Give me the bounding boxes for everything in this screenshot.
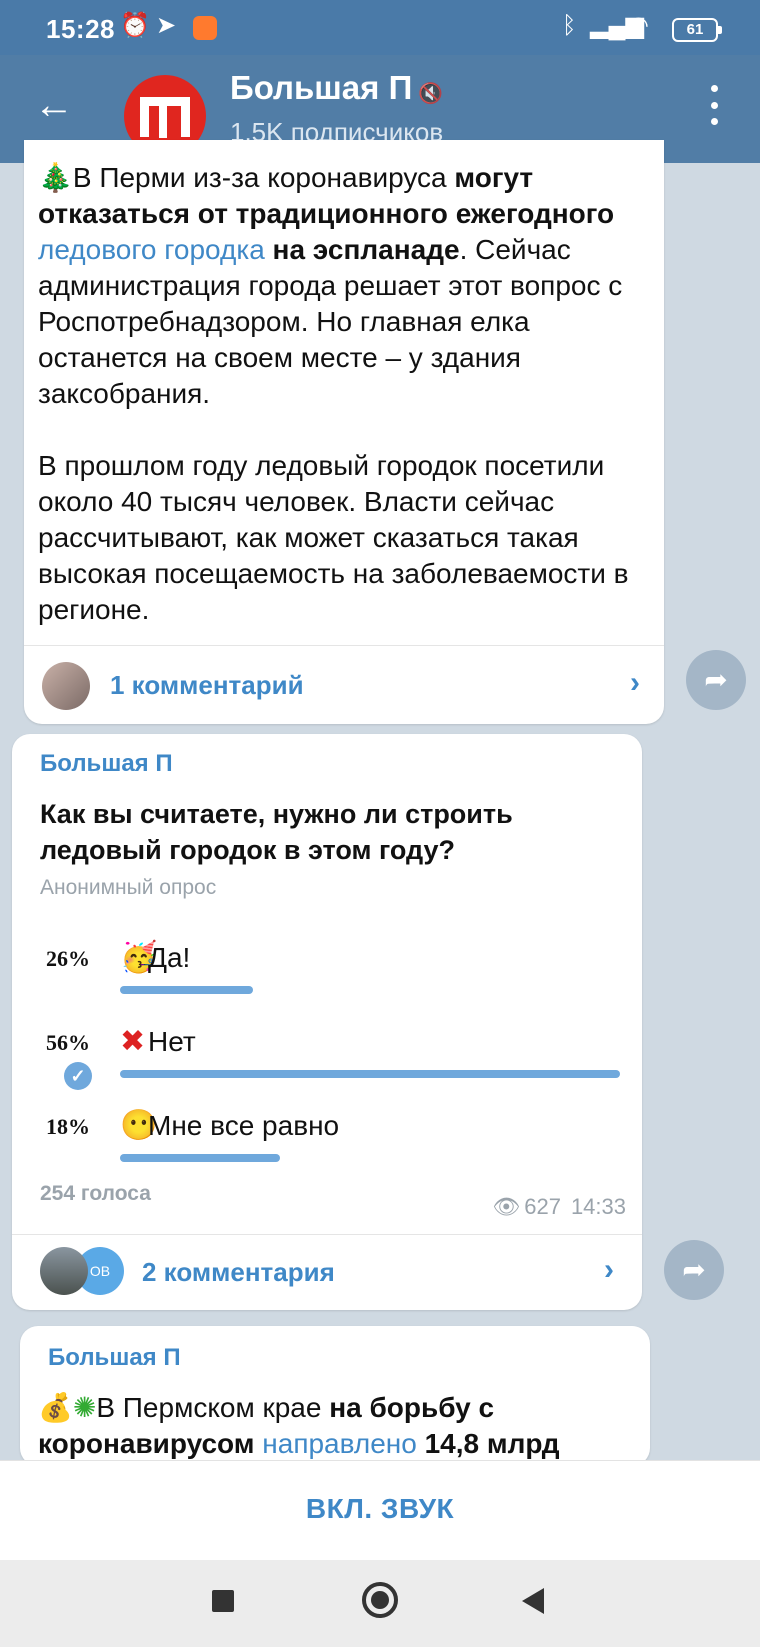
view-count: 627 xyxy=(524,1194,561,1219)
unmute-label: ВКЛ. ЗВУК xyxy=(305,1493,455,1524)
battery-icon: 61 xyxy=(672,18,722,42)
virus-icon: ✺ xyxy=(72,1392,97,1423)
vote-count: 254 голоса xyxy=(40,1182,151,1205)
eye-icon: 👁 xyxy=(492,1194,521,1219)
share-icon[interactable]: ➦ xyxy=(664,1240,724,1300)
poll-question: Как вы считаете, нужно ли строить ледовы… xyxy=(40,799,513,865)
comments-label: 1 комментарий xyxy=(110,670,304,700)
commenter-avatar xyxy=(40,1247,88,1295)
message-meta: 👁 627 14:33 xyxy=(492,1194,626,1220)
message-text: 💰✺В Пермском крае на борьбу с коронавиру… xyxy=(38,1392,560,1459)
bluetooth-icon: ᛒ xyxy=(562,12,577,39)
message-link[interactable]: ледового городка xyxy=(38,234,265,265)
sender-name[interactable]: Большая П xyxy=(48,1344,181,1372)
muted-icon: 🔇 xyxy=(418,83,443,105)
comments-row[interactable]: 1 комментарий › xyxy=(24,645,664,724)
wifi-icon: ◠ xyxy=(628,12,649,39)
tree-emoji-icon: 🎄 xyxy=(38,162,73,193)
back-triangle-icon[interactable] xyxy=(522,1588,544,1614)
telegram-icon: ➤ xyxy=(156,12,177,39)
recents-icon[interactable] xyxy=(212,1590,234,1612)
channel-title[interactable]: Большая П xyxy=(230,69,412,107)
home-icon[interactable] xyxy=(362,1582,398,1618)
poll-bar xyxy=(120,986,253,994)
money-bag-icon: 💰 xyxy=(38,1392,73,1423)
share-icon[interactable]: ➦ xyxy=(686,650,746,710)
poll-bar xyxy=(120,1154,280,1162)
chevron-right-icon: › xyxy=(604,1253,614,1286)
app-notification-icon xyxy=(193,16,217,40)
message-text: 🎄В Перми из-за коронавируса могут отказа… xyxy=(38,162,629,625)
poll-type: Анонимный опрос xyxy=(40,876,217,899)
poll-option-indifferent[interactable]: 18% 😶 Мне все равно xyxy=(34,1100,614,1170)
status-bar: 15:28 ⏰ ➤ ᛒ ▂▄▆ ◠ 61 xyxy=(0,0,760,55)
sender-name[interactable]: Большая П xyxy=(40,750,173,778)
alarm-icon: ⏰ xyxy=(120,12,150,39)
poll-option-yes[interactable]: 26% 🥳 Да! xyxy=(34,932,614,1002)
poll-message: Большая П Как вы считаете, нужно ли стро… xyxy=(12,734,642,1310)
selected-check-icon: ✓ xyxy=(64,1062,92,1090)
cross-mark-icon: ✖ xyxy=(120,1025,146,1058)
poll-bar xyxy=(120,1070,620,1078)
message-bubble-1: 🎄В Перми из-за коронавируса могут отказа… xyxy=(24,140,664,724)
poll-option-no[interactable]: 56% ✖ Нет ✓ xyxy=(34,1016,620,1090)
message-bubble-3: Большая П 💰✺В Пермском крае на борьбу с … xyxy=(20,1326,650,1466)
message-time: 14:33 xyxy=(570,1194,626,1219)
unmute-button[interactable]: ВКЛ. ЗВУК xyxy=(0,1460,760,1560)
back-arrow-icon[interactable]: ← xyxy=(34,83,78,127)
more-menu-icon[interactable] xyxy=(702,85,726,125)
comments-row[interactable]: ОВ 2 комментария › xyxy=(12,1234,642,1310)
comments-label: 2 комментария xyxy=(142,1257,335,1287)
status-time: 15:28 xyxy=(46,14,115,44)
system-nav-bar xyxy=(0,1560,760,1647)
chevron-right-icon: › xyxy=(630,666,640,699)
commenter-avatar xyxy=(42,662,90,710)
